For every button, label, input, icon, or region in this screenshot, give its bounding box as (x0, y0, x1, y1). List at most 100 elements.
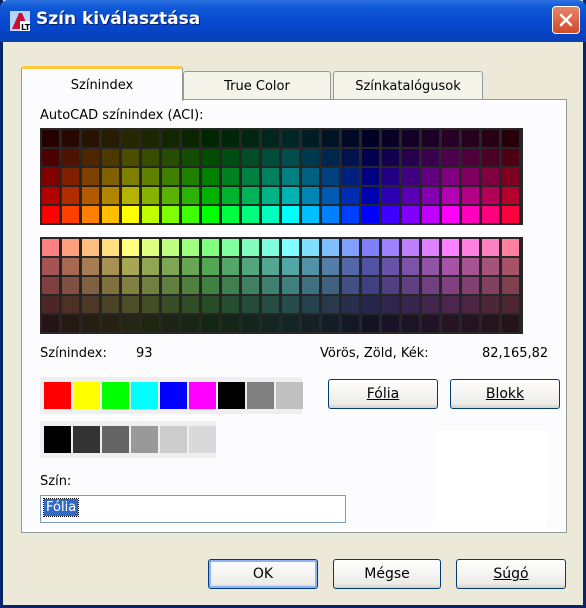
aci-top-swatch[interactable] (82, 149, 99, 166)
aci-top-swatch[interactable] (402, 187, 419, 204)
aci-bottom-swatch[interactable] (442, 239, 459, 256)
aci-top-swatch[interactable] (202, 206, 219, 223)
standard-color-swatch[interactable] (218, 382, 245, 409)
aci-bottom-swatch[interactable] (142, 258, 159, 275)
aci-bottom-swatch[interactable] (102, 258, 119, 275)
gray-shade-swatch[interactable] (160, 426, 187, 453)
aci-top-swatch[interactable] (42, 187, 59, 204)
aci-bottom-swatch[interactable] (482, 315, 499, 332)
aci-top-swatch[interactable] (162, 187, 179, 204)
aci-bottom-swatch[interactable] (442, 258, 459, 275)
aci-top-swatch[interactable] (102, 149, 119, 166)
aci-top-swatch[interactable] (82, 206, 99, 223)
aci-top-swatch[interactable] (322, 206, 339, 223)
aci-top-swatch[interactable] (42, 130, 59, 147)
aci-top-swatch[interactable] (502, 130, 519, 147)
aci-bottom-swatch[interactable] (462, 277, 479, 294)
aci-top-swatch[interactable] (182, 168, 199, 185)
aci-bottom-swatch[interactable] (282, 315, 299, 332)
aci-top-swatch[interactable] (362, 168, 379, 185)
gray-shade-swatch[interactable] (189, 426, 216, 453)
aci-top-swatch[interactable] (102, 206, 119, 223)
aci-bottom-swatch[interactable] (82, 296, 99, 313)
aci-bottom-swatch[interactable] (222, 239, 239, 256)
aci-bottom-swatch[interactable] (462, 315, 479, 332)
aci-bottom-swatch[interactable] (402, 296, 419, 313)
aci-bottom-swatch[interactable] (402, 315, 419, 332)
aci-bottom-swatch[interactable] (262, 315, 279, 332)
aci-top-swatch[interactable] (262, 130, 279, 147)
aci-top-swatch[interactable] (42, 149, 59, 166)
aci-bottom-swatch[interactable] (302, 277, 319, 294)
aci-top-swatch[interactable] (122, 130, 139, 147)
aci-top-swatch[interactable] (122, 149, 139, 166)
aci-bottom-swatch[interactable] (282, 239, 299, 256)
color-name-input[interactable]: Fólia (40, 495, 346, 523)
aci-bottom-swatch[interactable] (282, 258, 299, 275)
aci-top-swatch[interactable] (402, 206, 419, 223)
standard-color-swatch[interactable] (102, 382, 129, 409)
aci-top-swatch[interactable] (222, 206, 239, 223)
aci-top-swatch[interactable] (442, 187, 459, 204)
aci-top-swatch[interactable] (342, 130, 359, 147)
aci-bottom-swatch[interactable] (322, 239, 339, 256)
aci-bottom-swatch[interactable] (262, 258, 279, 275)
aci-bottom-swatch[interactable] (202, 277, 219, 294)
aci-bottom-swatch[interactable] (382, 296, 399, 313)
aci-bottom-swatch[interactable] (382, 258, 399, 275)
aci-top-swatch[interactable] (302, 187, 319, 204)
standard-color-swatch[interactable] (160, 382, 187, 409)
aci-top-swatch[interactable] (242, 168, 259, 185)
aci-top-swatch[interactable] (202, 130, 219, 147)
aci-top-swatch[interactable] (262, 187, 279, 204)
aci-bottom-swatch[interactable] (62, 296, 79, 313)
aci-bottom-swatch[interactable] (462, 239, 479, 256)
aci-top-swatch[interactable] (282, 149, 299, 166)
aci-top-swatch[interactable] (442, 130, 459, 147)
aci-bottom-swatch[interactable] (202, 296, 219, 313)
aci-bottom-swatch[interactable] (282, 296, 299, 313)
aci-bottom-swatch[interactable] (42, 277, 59, 294)
aci-bottom-swatch[interactable] (102, 239, 119, 256)
standard-color-swatch[interactable] (247, 382, 274, 409)
aci-top-swatch[interactable] (202, 149, 219, 166)
aci-top-swatch[interactable] (382, 187, 399, 204)
aci-top-swatch[interactable] (402, 168, 419, 185)
aci-top-swatch[interactable] (222, 130, 239, 147)
tab-color-index[interactable]: Színindex (21, 66, 183, 101)
aci-top-swatch[interactable] (242, 206, 259, 223)
standard-color-swatch[interactable] (189, 382, 216, 409)
aci-bottom-swatch[interactable] (362, 315, 379, 332)
aci-bottom-swatch[interactable] (242, 296, 259, 313)
aci-bottom-swatch[interactable] (302, 258, 319, 275)
aci-top-swatch[interactable] (402, 149, 419, 166)
aci-bottom-swatch[interactable] (282, 277, 299, 294)
aci-top-swatch[interactable] (302, 206, 319, 223)
aci-top-swatch[interactable] (42, 168, 59, 185)
aci-bottom-swatch[interactable] (142, 315, 159, 332)
aci-top-swatch[interactable] (142, 187, 159, 204)
aci-top-swatch[interactable] (282, 187, 299, 204)
aci-top-swatch[interactable] (282, 168, 299, 185)
aci-top-swatch[interactable] (262, 206, 279, 223)
aci-bottom-swatch[interactable] (102, 315, 119, 332)
aci-bottom-swatch[interactable] (502, 239, 519, 256)
aci-top-swatch[interactable] (42, 206, 59, 223)
aci-bottom-swatch[interactable] (362, 239, 379, 256)
aci-bottom-swatch[interactable] (262, 277, 279, 294)
aci-bottom-swatch[interactable] (42, 296, 59, 313)
aci-bottom-swatch[interactable] (242, 315, 259, 332)
aci-top-swatch[interactable] (442, 149, 459, 166)
aci-top-swatch[interactable] (442, 206, 459, 223)
aci-top-swatch[interactable] (262, 168, 279, 185)
aci-bottom-swatch[interactable] (182, 258, 199, 275)
aci-top-swatch[interactable] (382, 206, 399, 223)
aci-top-swatch[interactable] (182, 206, 199, 223)
aci-top-swatch[interactable] (62, 130, 79, 147)
aci-bottom-swatch[interactable] (442, 277, 459, 294)
aci-top-swatch[interactable] (222, 168, 239, 185)
aci-bottom-swatch[interactable] (462, 258, 479, 275)
aci-bottom-swatch[interactable] (362, 296, 379, 313)
aci-top-swatch[interactable] (82, 130, 99, 147)
aci-bottom-swatch[interactable] (122, 296, 139, 313)
